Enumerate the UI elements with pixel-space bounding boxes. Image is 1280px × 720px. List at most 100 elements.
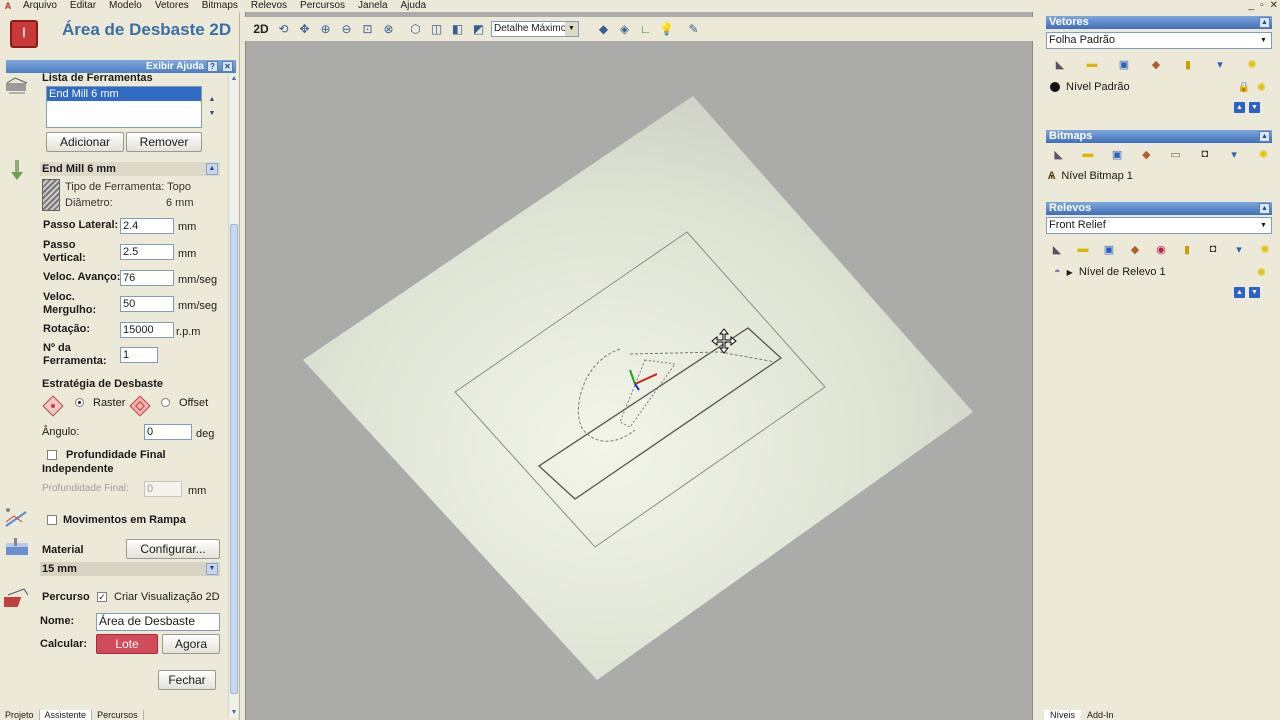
expand-icon[interactable]: ▼ bbox=[206, 563, 218, 575]
save-relief-icon[interactable]: ▣ bbox=[1102, 242, 1116, 256]
close-button[interactable]: Fechar bbox=[158, 670, 216, 690]
pin-icon[interactable]: ▲ bbox=[1259, 17, 1270, 28]
remove-tool-button[interactable]: Remover bbox=[126, 132, 202, 152]
tool-group-bar[interactable]: End Mill 6 mm ▲ bbox=[40, 162, 220, 176]
new-relief-icon[interactable]: ◣ bbox=[1050, 242, 1064, 256]
ramp-checkbox[interactable] bbox=[47, 515, 57, 525]
draw-vectors-icon[interactable]: ✎ bbox=[685, 21, 702, 38]
relief-delete-icon[interactable]: ▾ bbox=[1232, 242, 1246, 256]
preview-2d-checkbox[interactable]: ✓ bbox=[97, 592, 107, 602]
detail-level-select[interactable]: Detalhe Máximo ▼ bbox=[491, 21, 579, 37]
angle-input[interactable]: 0 bbox=[144, 424, 192, 440]
shading-icon[interactable]: ◆ bbox=[595, 21, 612, 38]
rotate-icon[interactable]: ⟲ bbox=[275, 21, 292, 38]
chevron-down-icon[interactable]: ▼ bbox=[1257, 34, 1270, 47]
new-layer-icon[interactable]: ◣ bbox=[1050, 57, 1070, 71]
menu-vetores[interactable]: Vetores bbox=[148, 0, 195, 12]
list-up-icon[interactable]: ▲ bbox=[206, 94, 218, 105]
front-view-icon[interactable]: ◫ bbox=[428, 21, 445, 38]
minimize-icon[interactable]: _ bbox=[1249, 0, 1255, 12]
tab-assistente[interactable]: Assistente bbox=[39, 710, 93, 720]
layer-down-icon[interactable]: ▼ bbox=[1249, 102, 1260, 113]
menu-editar[interactable]: Editar bbox=[63, 0, 102, 12]
app-logo-icon[interactable]: A bbox=[0, 0, 16, 12]
save-bitmap-icon[interactable]: ▣ bbox=[1109, 147, 1126, 161]
sheet-select[interactable]: Folha Padrão ▼ bbox=[1046, 32, 1272, 49]
tool-list[interactable]: End Mill 6 mm bbox=[46, 86, 202, 128]
mergulho-input[interactable]: 50 bbox=[120, 296, 174, 312]
zoom-box-icon[interactable]: ⊡ bbox=[359, 21, 376, 38]
delete-icon[interactable]: ▾ bbox=[1210, 57, 1230, 71]
restore-icon[interactable]: ▫ bbox=[1260, 0, 1264, 12]
close-panel-button[interactable]: ✕ bbox=[222, 61, 233, 72]
menu-percursos[interactable]: Percursos bbox=[293, 0, 351, 12]
zoom-all-icon[interactable]: ⊗ bbox=[380, 21, 397, 38]
bitmap-image-icon[interactable]: ▭ bbox=[1167, 147, 1184, 161]
delete-bitmap-icon[interactable]: ▾ bbox=[1226, 147, 1243, 161]
menu-relevos[interactable]: Relevos bbox=[244, 0, 293, 12]
final-depth-checkbox[interactable] bbox=[47, 450, 57, 460]
3d-scene[interactable] bbox=[245, 42, 1033, 720]
menu-bitmaps[interactable]: Bitmaps bbox=[195, 0, 244, 12]
offset-radio[interactable] bbox=[161, 398, 170, 407]
pin-icon[interactable]: ▲ bbox=[1259, 203, 1270, 214]
relief-clipboard-icon[interactable]: ▮ bbox=[1180, 242, 1194, 256]
lightbulb-icon[interactable]: ✺ bbox=[1258, 242, 1272, 256]
tab-projeto[interactable]: Projeto bbox=[0, 710, 40, 720]
side-view-icon[interactable]: ◧ bbox=[449, 21, 466, 38]
tool-number-input[interactable]: 1 bbox=[120, 347, 158, 363]
relief-up-icon[interactable]: ▲ bbox=[1234, 287, 1245, 298]
configure-material-button[interactable]: Configurar... bbox=[126, 539, 220, 559]
relief-image-icon[interactable]: ◘ bbox=[1206, 242, 1220, 256]
bitmap-trace-icon[interactable]: ◘ bbox=[1196, 147, 1213, 161]
relief-combine-icon[interactable]: ◉ bbox=[1154, 242, 1168, 256]
open-bitmap-icon[interactable]: ▬ bbox=[1079, 147, 1096, 161]
scroll-thumb[interactable] bbox=[230, 224, 238, 694]
chevron-down-icon[interactable]: ▼ bbox=[565, 22, 578, 36]
tool-list-item[interactable]: End Mill 6 mm bbox=[47, 87, 201, 101]
vector-layer-row[interactable]: Nível Padrão 🔒 ✺ bbox=[1046, 78, 1272, 96]
expand-arrow-icon[interactable]: ▶ bbox=[1067, 268, 1073, 277]
passo-vertical-input[interactable]: 2.5 bbox=[120, 244, 174, 260]
left-scrollbar[interactable]: ▲ ▼ bbox=[228, 74, 238, 718]
visibility-bulb-icon[interactable]: ✺ bbox=[1257, 81, 1266, 94]
chevron-down-icon[interactable]: ▼ bbox=[1257, 219, 1270, 232]
relief-down-icon[interactable]: ▼ bbox=[1249, 287, 1260, 298]
bitmap-layer-row[interactable]: Ѧ Nível Bitmap 1 bbox=[1046, 167, 1272, 185]
relief-props-icon[interactable]: ◆ bbox=[1128, 242, 1142, 256]
open-icon[interactable]: ▬ bbox=[1082, 57, 1102, 71]
relief-select[interactable]: Front Relief ▼ bbox=[1046, 217, 1272, 234]
lock-icon[interactable]: 🔒 bbox=[1238, 82, 1250, 93]
pan-icon[interactable]: ✥ bbox=[296, 21, 313, 38]
tab-niveis[interactable]: Níveis bbox=[1044, 710, 1082, 720]
material-view-icon[interactable]: ◈ bbox=[616, 21, 633, 38]
pin-icon[interactable]: ▲ bbox=[1259, 131, 1270, 142]
layer-up-icon[interactable]: ▲ bbox=[1234, 102, 1245, 113]
tab-percursos[interactable]: Percursos bbox=[92, 710, 144, 720]
menu-ajuda[interactable]: Ajuda bbox=[394, 0, 433, 12]
passo-lateral-input[interactable]: 2.4 bbox=[120, 218, 174, 234]
batch-button[interactable]: Lote bbox=[96, 634, 158, 654]
help-button[interactable]: ? bbox=[207, 61, 218, 72]
toolpath-name-input[interactable]: Área de Desbaste bbox=[96, 613, 220, 631]
save-icon[interactable]: ▣ bbox=[1114, 57, 1134, 71]
lightbulb-icon[interactable]: ✺ bbox=[1242, 57, 1262, 71]
material-thickness-bar[interactable]: 15 mm ▼ bbox=[40, 562, 220, 576]
iso-view-icon[interactable]: ⬡ bbox=[407, 21, 424, 38]
relief-layer-row[interactable]: ◓ ▶ Nível de Relevo 1 ✺ bbox=[1046, 263, 1272, 281]
zoom-out-icon[interactable]: ⊖ bbox=[338, 21, 355, 38]
avanco-input[interactable]: 76 bbox=[120, 270, 174, 286]
final-depth-input[interactable]: 0 bbox=[144, 481, 182, 497]
scroll-up-icon[interactable]: ▲ bbox=[229, 74, 239, 84]
axes-icon[interactable]: ∟ bbox=[637, 21, 654, 38]
raster-radio[interactable] bbox=[75, 398, 84, 407]
calculate-now-button[interactable]: Agora bbox=[162, 634, 220, 654]
top-view-icon[interactable]: ◩ bbox=[470, 21, 487, 38]
menu-modelo[interactable]: Modelo bbox=[102, 0, 148, 12]
open-relief-icon[interactable]: ▬ bbox=[1076, 242, 1090, 256]
clipboard-icon[interactable]: ▮ bbox=[1178, 57, 1198, 71]
rotacao-input[interactable]: 15000 bbox=[120, 322, 174, 338]
list-down-icon[interactable]: ▼ bbox=[206, 108, 218, 119]
zoom-in-icon[interactable]: ⊕ bbox=[317, 21, 334, 38]
bitmap-props-icon[interactable]: ◆ bbox=[1138, 147, 1155, 161]
